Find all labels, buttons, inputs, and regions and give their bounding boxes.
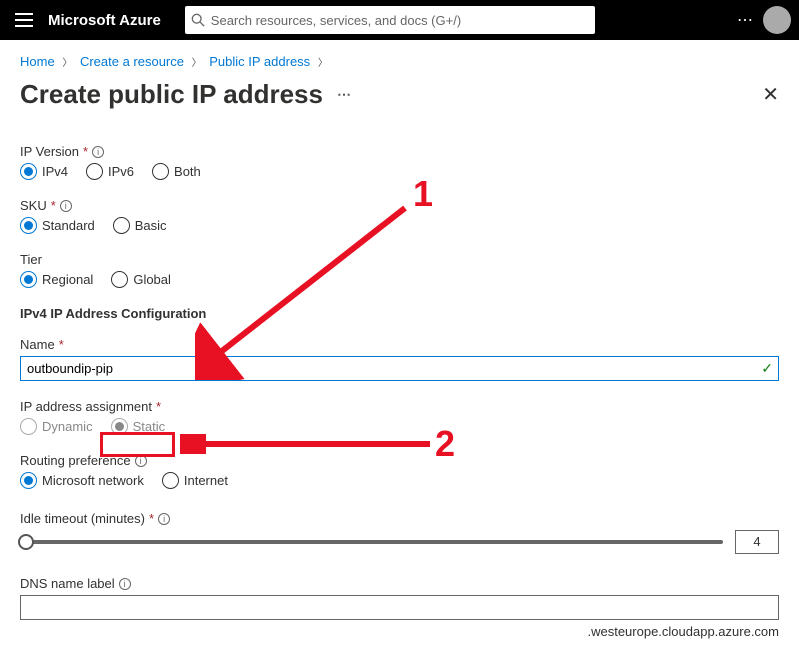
radio-standard[interactable]: Standard	[20, 217, 95, 234]
breadcrumb-public-ip[interactable]: Public IP address	[209, 54, 310, 69]
chevron-right-icon: 〉	[62, 58, 72, 69]
breadcrumb-home[interactable]: Home	[20, 54, 55, 69]
page-title: Create public IP address ⋯	[20, 79, 351, 110]
info-icon[interactable]: i	[135, 455, 147, 467]
breadcrumb-create-resource[interactable]: Create a resource	[80, 54, 184, 69]
idle-timeout-value[interactable]: 4	[735, 530, 779, 554]
ip-version-label: IP Version* i	[20, 144, 779, 159]
validation-check-icon: ✓	[761, 360, 773, 377]
slider-thumb[interactable]	[18, 534, 34, 550]
search-icon	[191, 13, 205, 27]
ip-assignment-label: IP address assignment*	[20, 399, 779, 414]
radio-internet[interactable]: Internet	[162, 472, 228, 489]
idle-timeout-label: Idle timeout (minutes)* i	[20, 511, 779, 526]
name-input[interactable]	[20, 356, 779, 381]
radio-global[interactable]: Global	[111, 271, 171, 288]
tier-label: Tier	[20, 252, 779, 267]
info-icon[interactable]: i	[158, 513, 170, 525]
chevron-right-icon: 〉	[318, 58, 328, 69]
dns-name-input[interactable]	[20, 595, 779, 620]
radio-both[interactable]: Both	[152, 163, 201, 180]
tier-group: Regional Global	[20, 271, 779, 288]
chevron-right-icon: 〉	[192, 58, 202, 69]
global-search[interactable]	[185, 6, 595, 34]
idle-timeout-slider[interactable]	[20, 540, 723, 544]
dns-suffix-label: .westeurope.cloudapp.azure.com	[20, 624, 779, 639]
sku-group: Standard Basic	[20, 217, 779, 234]
user-avatar[interactable]	[763, 6, 791, 34]
top-nav-bar: Microsoft Azure ⋯	[0, 0, 799, 40]
radio-ms-network[interactable]: Microsoft network	[20, 472, 144, 489]
ipv4-config-heading: IPv4 IP Address Configuration	[20, 306, 779, 321]
ip-assignment-group: Dynamic Static	[20, 418, 779, 435]
name-label: Name*	[20, 337, 779, 352]
brand-label: Microsoft Azure	[48, 12, 161, 29]
search-input[interactable]	[209, 12, 589, 29]
radio-static: Static	[111, 418, 166, 435]
dns-label: DNS name label i	[20, 576, 779, 591]
close-button[interactable]: ✕	[762, 82, 779, 107]
routing-label: Routing preference i	[20, 453, 779, 468]
hamburger-icon	[15, 13, 33, 27]
title-more-button[interactable]: ⋯	[337, 86, 351, 103]
breadcrumb: Home 〉 Create a resource 〉 Public IP add…	[0, 40, 799, 75]
sku-label: SKU* i	[20, 198, 779, 213]
radio-ipv4[interactable]: IPv4	[20, 163, 68, 180]
radio-dynamic: Dynamic	[20, 418, 93, 435]
radio-basic[interactable]: Basic	[113, 217, 167, 234]
ip-version-group: IPv4 IPv6 Both	[20, 163, 779, 180]
top-more-button[interactable]: ⋯	[727, 10, 763, 30]
info-icon[interactable]: i	[119, 578, 131, 590]
radio-ipv6[interactable]: IPv6	[86, 163, 134, 180]
info-icon[interactable]: i	[92, 146, 104, 158]
hamburger-menu-button[interactable]	[8, 4, 40, 36]
routing-group: Microsoft network Internet	[20, 472, 779, 489]
radio-regional[interactable]: Regional	[20, 271, 93, 288]
info-icon[interactable]: i	[60, 200, 72, 212]
